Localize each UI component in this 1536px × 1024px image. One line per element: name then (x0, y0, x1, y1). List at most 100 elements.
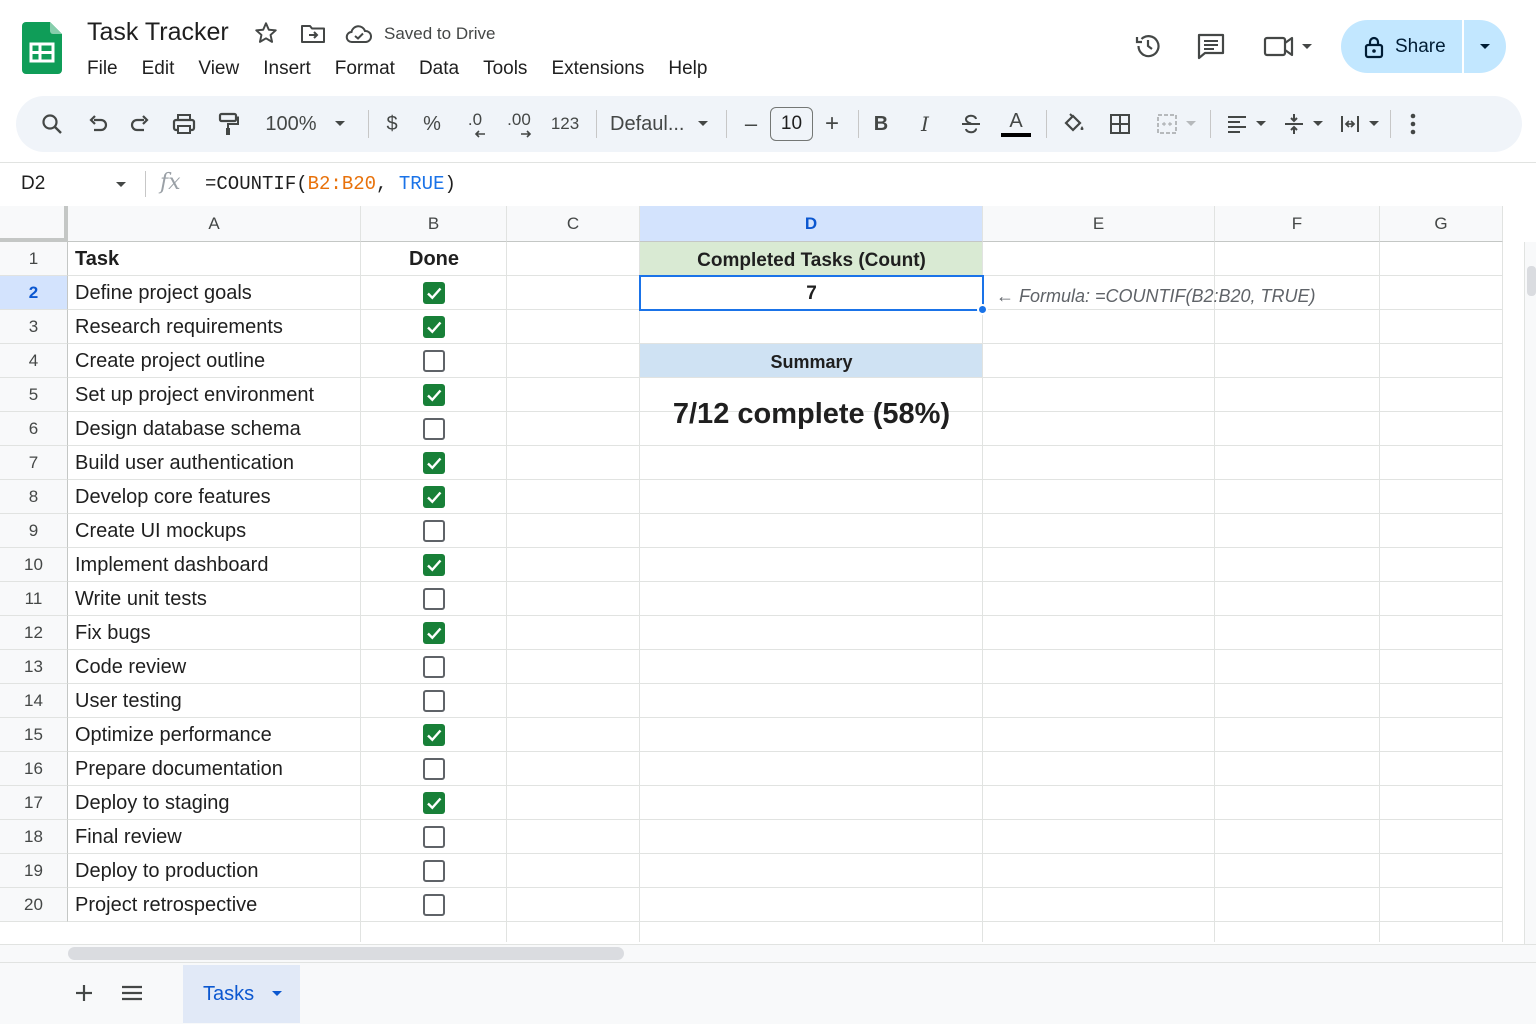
checkbox-checked[interactable] (423, 452, 445, 474)
fill-handle[interactable] (977, 304, 988, 315)
increase-font-size-button[interactable]: + (819, 96, 845, 152)
share-button[interactable]: Share (1341, 20, 1506, 73)
merge-cells-button[interactable] (1148, 96, 1204, 152)
currency-format-button[interactable]: $ (378, 96, 406, 152)
vertical-scroll-thumb[interactable] (1527, 266, 1536, 296)
strikethrough-button[interactable] (956, 96, 986, 152)
count-header[interactable]: Completed Tasks (Count) (640, 250, 983, 272)
checkbox-checked[interactable] (423, 282, 445, 304)
formula-input[interactable]: =COUNTIF(B2:B20, TRUE) (205, 173, 456, 195)
paint-format-button[interactable] (212, 96, 244, 152)
formula-note[interactable]: ← Formula: =COUNTIF(B2:B20, TRUE) (996, 286, 1316, 307)
header-task[interactable]: Task (75, 248, 119, 271)
summary-text[interactable]: 7/12 complete (58%) (640, 398, 983, 431)
checkbox-unchecked[interactable] (423, 520, 445, 542)
task-name-cell[interactable]: Fix bugs (75, 622, 151, 645)
vertical-align-button[interactable] (1278, 96, 1328, 152)
bold-button[interactable]: B (868, 96, 894, 152)
row-header-16[interactable]: 16 (0, 752, 68, 786)
text-wrapping-button[interactable] (1334, 96, 1384, 152)
version-history-icon[interactable] (1132, 30, 1164, 62)
task-name-cell[interactable]: User testing (75, 690, 182, 713)
star-icon[interactable] (253, 20, 279, 46)
all-sheets-menu-icon[interactable] (116, 977, 148, 1009)
cloud-done-icon[interactable] (345, 23, 373, 45)
borders-button[interactable] (1104, 96, 1136, 152)
header-done[interactable]: Done (361, 248, 507, 271)
text-color-button[interactable]: A (998, 96, 1034, 152)
horizontal-scroll-thumb[interactable] (68, 947, 624, 960)
task-name-cell[interactable]: Develop core features (75, 486, 271, 509)
checkbox-unchecked[interactable] (423, 588, 445, 610)
checkbox-unchecked[interactable] (423, 758, 445, 780)
row-header-10[interactable]: 10 (0, 548, 68, 582)
column-header-a[interactable]: A (68, 206, 361, 242)
more-options-button[interactable] (1400, 96, 1426, 152)
task-name-cell[interactable]: Set up project environment (75, 384, 314, 407)
task-name-cell[interactable]: Final review (75, 826, 182, 849)
select-all-corner[interactable] (0, 206, 68, 242)
menu-format[interactable]: Format (323, 56, 407, 82)
row-header-11[interactable]: 11 (0, 582, 68, 616)
menu-help[interactable]: Help (656, 56, 719, 82)
row-header-1[interactable]: 1 (0, 242, 68, 276)
task-name-cell[interactable]: Create UI mockups (75, 520, 246, 543)
print-button[interactable] (168, 96, 200, 152)
row-header-5[interactable]: 5 (0, 378, 68, 412)
vertical-scrollbar[interactable] (1524, 242, 1536, 944)
checkbox-checked[interactable] (423, 554, 445, 576)
column-header-e[interactable]: E (983, 206, 1215, 242)
task-name-cell[interactable]: Code review (75, 656, 186, 679)
horizontal-scrollbar[interactable] (0, 944, 1536, 962)
add-sheet-icon[interactable] (68, 977, 100, 1009)
checkbox-checked[interactable] (423, 724, 445, 746)
row-header-2[interactable]: 2 (0, 276, 68, 310)
sheet-tab-tasks[interactable]: Tasks (183, 965, 300, 1023)
column-header-g[interactable]: G (1380, 206, 1503, 242)
share-options-button[interactable] (1464, 20, 1506, 73)
horizontal-align-button[interactable] (1220, 96, 1272, 152)
row-header-15[interactable]: 15 (0, 718, 68, 752)
menu-tools[interactable]: Tools (471, 56, 539, 82)
share-main[interactable]: Share (1341, 20, 1462, 73)
caret-down-icon[interactable] (270, 989, 284, 999)
menu-insert[interactable]: Insert (251, 56, 323, 82)
menu-file[interactable]: File (75, 56, 130, 82)
font-size-input[interactable]: 10 (770, 107, 813, 141)
document-title[interactable]: Task Tracker (87, 18, 229, 47)
task-name-cell[interactable]: Design database schema (75, 418, 301, 441)
checkbox-checked[interactable] (423, 792, 445, 814)
summary-header[interactable]: Summary (640, 352, 983, 373)
checkbox-unchecked[interactable] (423, 894, 445, 916)
checkbox-unchecked[interactable] (423, 418, 445, 440)
menu-extensions[interactable]: Extensions (539, 56, 656, 82)
task-name-cell[interactable]: Project retrospective (75, 894, 257, 917)
count-value[interactable]: 7 (640, 283, 983, 305)
undo-button[interactable] (82, 96, 114, 152)
column-header-b[interactable]: B (361, 206, 507, 242)
row-header-8[interactable]: 8 (0, 480, 68, 514)
checkbox-checked[interactable] (423, 316, 445, 338)
zoom-select[interactable]: 100% (258, 96, 354, 152)
row-header-6[interactable]: 6 (0, 412, 68, 446)
increase-decimal-button[interactable]: .00 (502, 96, 536, 152)
task-name-cell[interactable]: Prepare documentation (75, 758, 283, 781)
caret-down-icon[interactable] (113, 179, 129, 191)
task-name-cell[interactable]: Create project outline (75, 350, 265, 373)
row-header-13[interactable]: 13 (0, 650, 68, 684)
menu-edit[interactable]: Edit (130, 56, 187, 82)
move-folder-icon[interactable] (299, 21, 327, 47)
task-name-cell[interactable]: Optimize performance (75, 724, 272, 747)
task-name-cell[interactable]: Write unit tests (75, 588, 207, 611)
row-header-17[interactable]: 17 (0, 786, 68, 820)
row-header-19[interactable]: 19 (0, 854, 68, 888)
checkbox-unchecked[interactable] (423, 350, 445, 372)
task-name-cell[interactable]: Implement dashboard (75, 554, 268, 577)
fill-color-button[interactable] (1058, 96, 1090, 152)
meet-video-icon[interactable] (1262, 30, 1316, 62)
task-name-cell[interactable]: Deploy to production (75, 860, 258, 883)
row-header-3[interactable]: 3 (0, 310, 68, 344)
more-formats-button[interactable]: 123 (548, 96, 582, 152)
checkbox-unchecked[interactable] (423, 826, 445, 848)
column-header-f[interactable]: F (1215, 206, 1380, 242)
